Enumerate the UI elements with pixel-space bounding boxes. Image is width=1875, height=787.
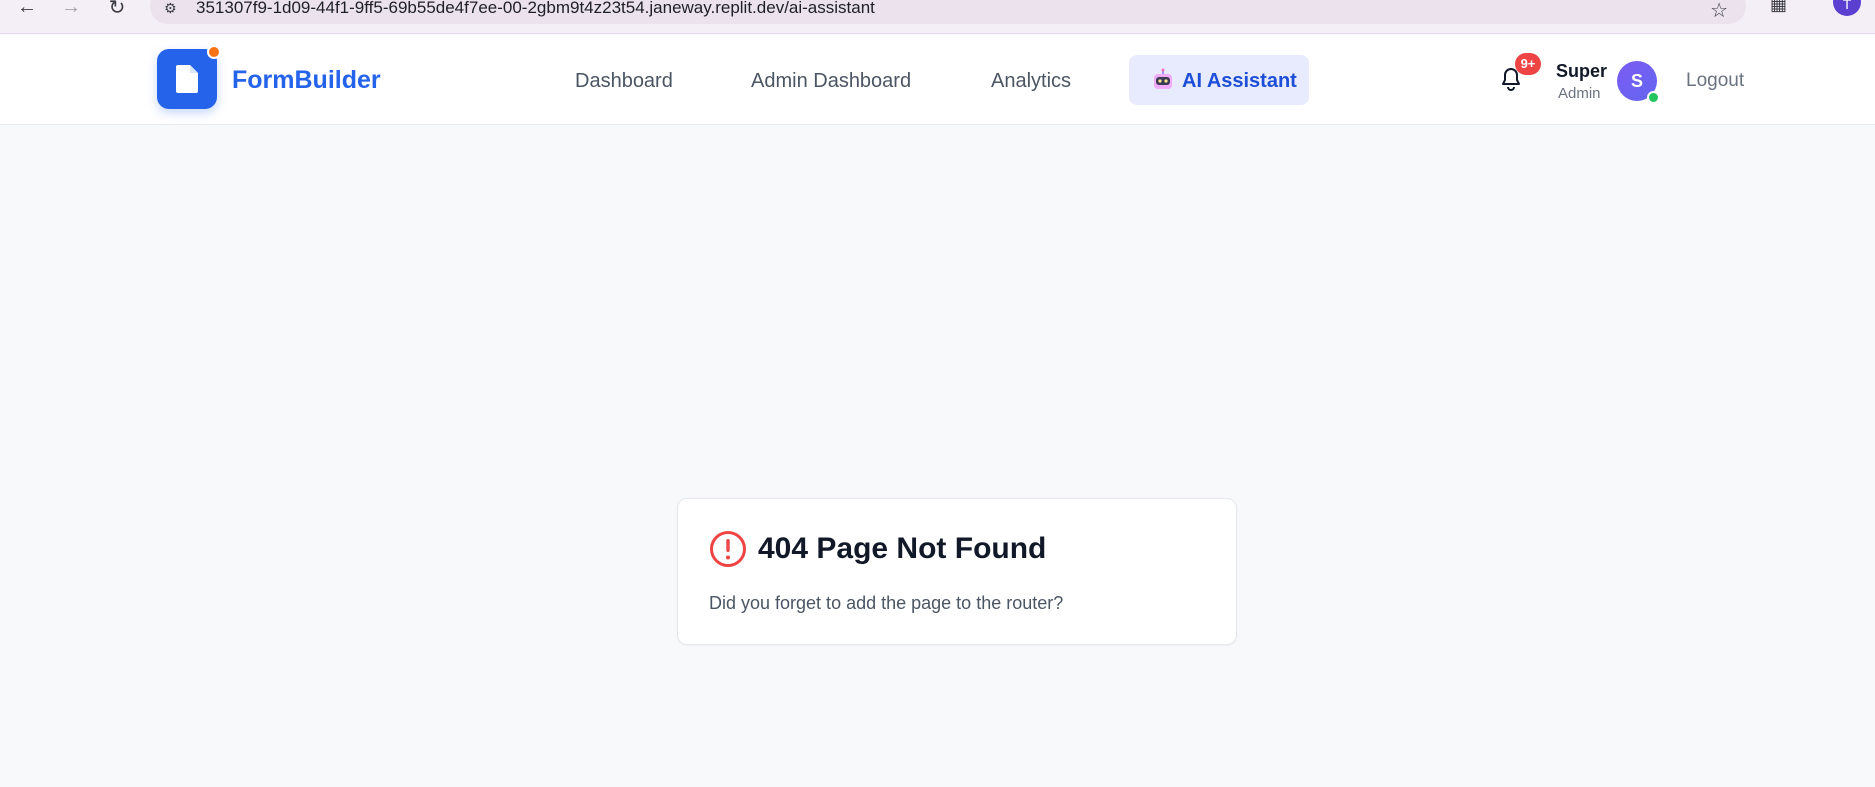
back-arrow-icon[interactable]: ← <box>14 0 40 20</box>
logo-notification-dot <box>207 45 221 59</box>
extensions-icon[interactable]: ▦ <box>1770 0 1794 18</box>
error-card: 404 Page Not Found Did you forget to add… <box>677 498 1237 645</box>
forward-arrow-icon[interactable]: → <box>58 0 84 20</box>
nav-dashboard[interactable]: Dashboard <box>575 70 673 93</box>
alert-circle-icon <box>710 531 746 567</box>
reload-icon[interactable]: ↻ <box>104 0 130 20</box>
nav-ai-assistant-label: AI Assistant <box>1182 70 1297 92</box>
brand-name[interactable]: FormBuilder <box>232 66 381 95</box>
user-avatar-initial: S <box>1630 70 1643 91</box>
browser-toolbar: ← → ↻ ⚙ 351307f9-1d09-44f1-9ff5-69b55de4… <box>0 0 1875 34</box>
address-bar[interactable]: ⚙ 351307f9-1d09-44f1-9ff5-69b55de4f7ee-0… <box>150 0 1746 24</box>
nav-admin-dashboard[interactable]: Admin Dashboard <box>751 70 911 93</box>
error-title: 404 Page Not Found <box>758 532 1047 565</box>
browser-profile-initial: T <box>1842 0 1852 12</box>
user-role: Admin <box>1558 85 1601 102</box>
browser-profile-avatar[interactable]: T <box>1833 0 1861 16</box>
notification-badge: 9+ <box>1515 53 1541 75</box>
logout-button[interactable]: Logout <box>1686 70 1744 92</box>
document-icon <box>176 65 198 93</box>
app-header: FormBuilder Dashboard Admin Dashboard An… <box>0 35 1875 125</box>
site-info-icon[interactable]: ⚙ <box>164 0 184 16</box>
bookmark-star-icon[interactable]: ☆ <box>1710 0 1728 23</box>
robot-icon <box>1154 68 1172 89</box>
url-text[interactable]: 351307f9-1d09-44f1-9ff5-69b55de4f7ee-00-… <box>196 0 875 18</box>
nav-analytics[interactable]: Analytics <box>991 70 1071 93</box>
nav-ai-assistant[interactable]: AI Assistant <box>1129 55 1309 105</box>
logo[interactable] <box>157 49 217 109</box>
error-message: Did you forget to add the page to the ro… <box>709 593 1064 613</box>
online-status-dot <box>1647 91 1660 104</box>
user-name: Super <box>1556 61 1608 81</box>
